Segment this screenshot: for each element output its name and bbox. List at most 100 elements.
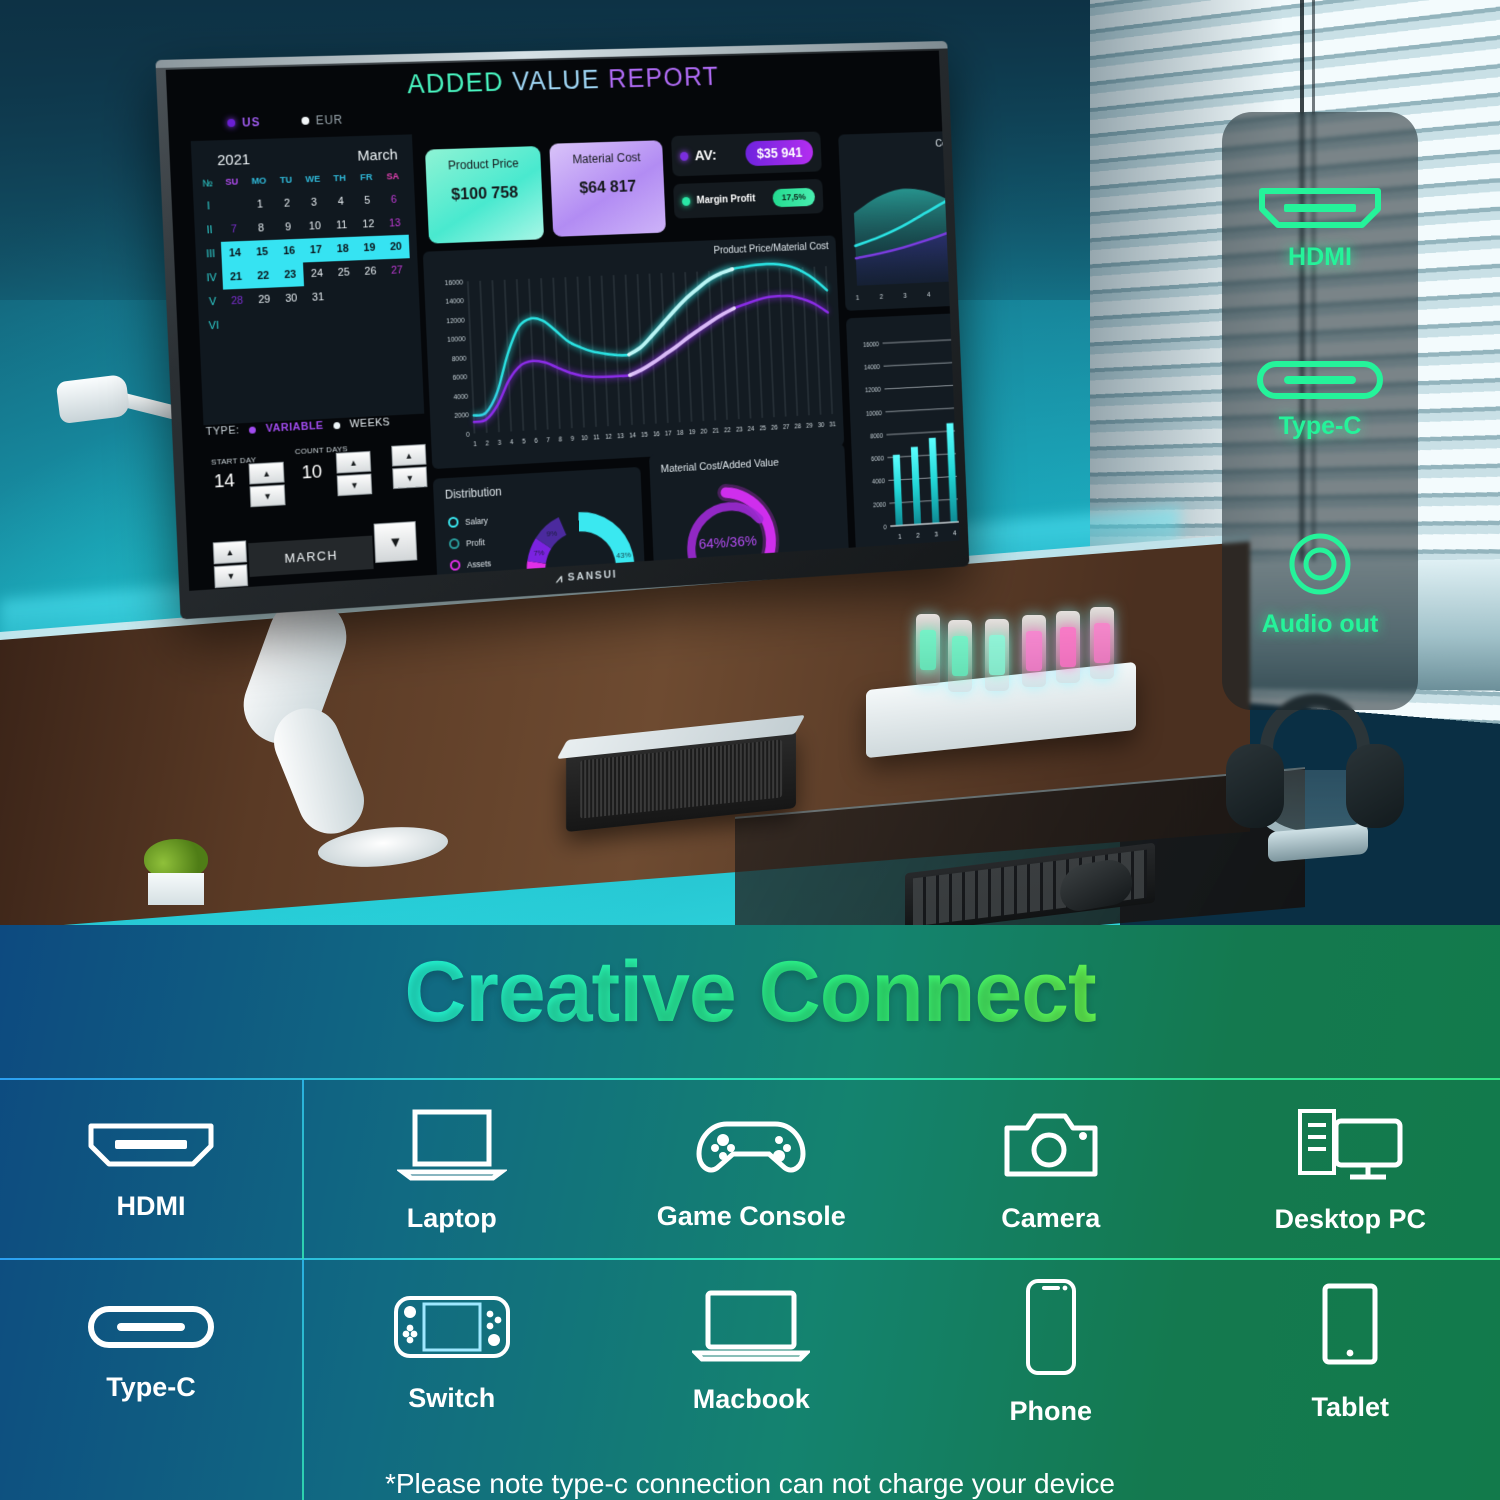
month-dropdown-chevron-down-icon[interactable]: ▼ [373, 521, 418, 563]
svg-text:17: 17 [665, 430, 672, 437]
count-days-stepper[interactable]: ▲ ▼ [335, 450, 373, 497]
calendar-grid[interactable]: № SU MO TU WE TH FR SA I 1 2 3 4 5 6 II 7 8 9 10 11 12 13 III 1… [192, 167, 420, 339]
calendar-day-cell[interactable]: 8 [247, 216, 275, 241]
macbook-icon [690, 1289, 813, 1370]
calendar-day-cell[interactable]: 22 [249, 263, 278, 289]
stepper-up-icon[interactable]: ▲ [335, 450, 372, 474]
desktop-pc-icon [1294, 1105, 1406, 1190]
calendar-day-cell[interactable]: 17 [302, 237, 330, 263]
section-headline: Creative Connect [0, 943, 1500, 1042]
calendar-day-cell[interactable]: 27 [383, 258, 411, 283]
calendar-day-cell[interactable]: 19 [355, 235, 384, 261]
calendar-day-cell[interactable]: 14 [220, 240, 250, 266]
chart-profit: Profit 020004000600080001000012000140001… [845, 307, 960, 561]
calendar-day-cell[interactable]: 18 [328, 236, 357, 262]
device-cell-phone: Phone [901, 1262, 1201, 1442]
laptop-icon [395, 1106, 509, 1189]
legend-swatch-icon [448, 538, 460, 550]
calendar-day-header: MO [251, 175, 267, 187]
hdmi-port-icon [1259, 188, 1381, 229]
calendar-day-cell[interactable]: 12 [355, 212, 383, 237]
brand-mark-icon: ⩘ [555, 570, 565, 585]
calendar-day-cell[interactable]: 11 [328, 213, 356, 238]
device-label: Laptop [406, 1203, 497, 1233]
type-radio-icon[interactable] [249, 425, 257, 434]
svg-text:12000: 12000 [865, 387, 882, 394]
svg-text:1: 1 [856, 295, 860, 302]
calendar-day-cell[interactable] [224, 312, 252, 337]
stepper-down-icon[interactable]: ▼ [249, 484, 286, 508]
calendar-day-cell[interactable]: 5 [354, 189, 382, 214]
calendar-year: 2021 [216, 151, 251, 170]
svg-text:8000: 8000 [452, 356, 467, 364]
svg-text:43%: 43% [616, 551, 631, 561]
stepper-up-icon[interactable]: ▲ [391, 443, 427, 467]
kpi-value: $100 758 [450, 182, 519, 204]
calendar-day-cell[interactable]: 31 [304, 285, 332, 310]
svg-text:10: 10 [581, 435, 588, 442]
svg-text:9: 9 [571, 436, 575, 443]
calendar-day-cell[interactable]: 1 [246, 192, 274, 217]
device-row-2: Type-C Switch Macbook Phone Tablet [0, 1262, 1500, 1442]
stepper-up-icon[interactable]: ▲ [212, 540, 248, 565]
svg-text:10000: 10000 [866, 410, 883, 418]
stepper-down-icon[interactable]: ▼ [213, 564, 249, 589]
calendar-day-cell[interactable]: 6 [380, 188, 408, 213]
calendar-panel[interactable]: 2021 March № SU MO TU WE TH FR SA I 1 2 3 4 5 6 II 7 8 9 1… [190, 134, 425, 426]
month-stepper[interactable]: ▲ ▼ [212, 540, 249, 589]
calendar-day-cell[interactable]: 3 [300, 190, 328, 215]
calendar-day-cell[interactable]: 9 [274, 215, 302, 240]
calendar-day-cell[interactable]: 23 [276, 262, 305, 288]
calendar-day-cell[interactable]: 15 [248, 239, 277, 265]
calendar-day-cell[interactable]: 13 [381, 211, 409, 236]
smartphone-icon [1020, 1277, 1082, 1382]
calendar-day-cell[interactable]: 25 [330, 260, 358, 285]
calendar-day-cell[interactable] [251, 311, 279, 336]
calendar-day-cell[interactable]: 26 [357, 259, 385, 284]
calendar-day-cell[interactable]: 4 [327, 189, 355, 214]
calendar-day-cell[interactable]: 30 [277, 286, 305, 311]
footnote: *Please note type-c connection can not c… [384, 1468, 1115, 1499]
calendar-day-cell[interactable]: 10 [301, 214, 329, 239]
svg-text:12000: 12000 [446, 318, 465, 326]
month-select[interactable]: MARCH [248, 535, 374, 577]
svg-text:2: 2 [880, 294, 884, 301]
calendar-day-cell[interactable]: 16 [275, 238, 304, 264]
kpi-title: Material Cost [572, 150, 641, 167]
stepper-down-icon[interactable]: ▼ [392, 466, 428, 490]
device-label: Macbook [692, 1384, 810, 1414]
svg-text:24: 24 [748, 426, 755, 433]
start-day-stepper[interactable]: ▲ ▼ [248, 461, 286, 508]
calendar-day-cell[interactable]: 28 [223, 288, 251, 313]
calendar-day-cell[interactable] [358, 283, 386, 308]
calendar-day-cell[interactable] [385, 305, 413, 330]
calendar-day-cell[interactable] [384, 282, 412, 307]
calendar-day-cell[interactable]: 20 [382, 234, 410, 260]
extra-stepper[interactable]: ▲ ▼ [391, 443, 428, 490]
calendar-day-cell[interactable] [305, 309, 333, 334]
svg-text:6: 6 [534, 438, 538, 445]
calendar-day-cell[interactable] [359, 306, 387, 331]
calendar-day-header: FR [359, 172, 373, 184]
calendar-day-cell[interactable] [331, 284, 359, 309]
stepper-up-icon[interactable]: ▲ [248, 461, 285, 485]
currency-toggle-group[interactable]: US EUR [227, 113, 343, 130]
weeks-radio-icon[interactable] [333, 421, 341, 429]
calendar-day-cell[interactable] [278, 310, 306, 335]
device-label: Tablet [1311, 1392, 1389, 1422]
svg-text:31: 31 [829, 421, 836, 428]
calendar-day-cell[interactable]: 29 [250, 287, 278, 312]
stepper-down-icon[interactable]: ▼ [336, 473, 373, 497]
currency-option-us[interactable]: US [227, 115, 261, 130]
calendar-day-cell[interactable] [219, 193, 247, 218]
port-label: Type-C [1278, 412, 1362, 441]
port-label: Audio out [1261, 609, 1379, 638]
calendar-day-cell[interactable]: 21 [221, 264, 251, 290]
currency-option-eur[interactable]: EUR [301, 113, 343, 128]
calendar-day-cell[interactable]: 2 [273, 191, 301, 216]
calendar-day-cell[interactable]: 24 [303, 261, 331, 286]
desk-setup-photo: ⩘ SANSUI ADDED VALUE REPORT US EUR 2021 … [0, 0, 1500, 925]
calendar-day-cell[interactable] [332, 308, 360, 333]
av-badge: AV: $35 941 [671, 131, 822, 177]
calendar-day-cell[interactable]: 7 [220, 217, 248, 242]
